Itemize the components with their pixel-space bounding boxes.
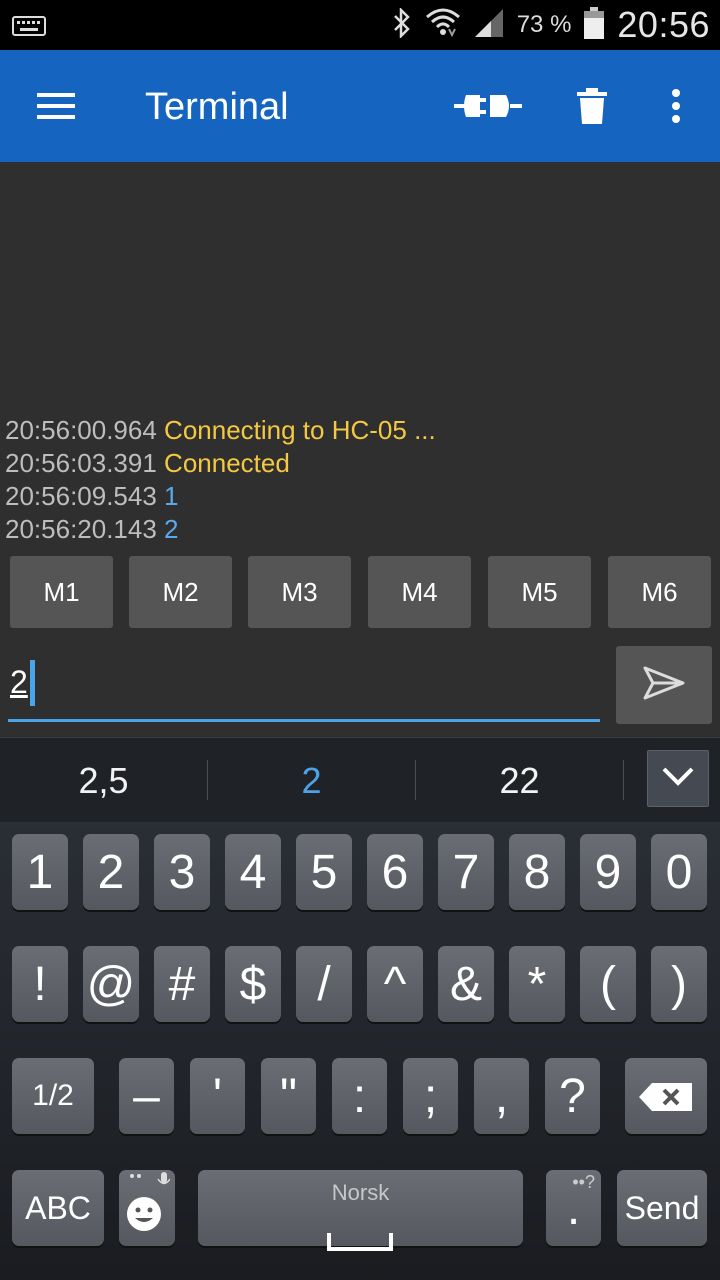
macro-button-m2[interactable]: M2 — [129, 556, 232, 628]
hamburger-menu-icon[interactable] — [26, 84, 86, 128]
key-send[interactable]: Send — [617, 1170, 707, 1246]
suggestion-strip: 2,5 2 22 — [0, 737, 720, 822]
macro-button-m5[interactable]: M5 — [488, 556, 591, 628]
terminal-panel: 20:56:00.964 Connecting to HC-05 ... 20:… — [0, 162, 720, 737]
key-ampersand[interactable]: & — [438, 946, 494, 1022]
signal-icon — [473, 7, 505, 44]
battery-percent: 73 % — [516, 11, 572, 38]
key-7[interactable]: 7 — [438, 834, 494, 910]
key-dollar[interactable]: $ — [225, 946, 281, 1022]
key-4[interactable]: 4 — [225, 834, 281, 910]
send-arrow-icon — [643, 666, 685, 705]
bluetooth-icon — [391, 6, 413, 43]
key-slash[interactable]: / — [296, 946, 352, 1022]
backspace-icon — [638, 1069, 694, 1124]
key-exclamation[interactable]: ! — [12, 946, 68, 1022]
space-language-label: Norsk — [331, 1180, 390, 1205]
key-quote[interactable]: " — [261, 1058, 316, 1134]
onscreen-keyboard: 1 2 3 4 5 6 7 8 9 0 ! @ # $ / ^ & * ( ) … — [0, 822, 720, 1280]
key-1[interactable]: 1 — [12, 834, 68, 910]
app-bar: Terminal — [0, 50, 720, 162]
macro-button-m1[interactable]: M1 — [10, 556, 113, 628]
log-message: Connected — [164, 448, 290, 478]
key-9[interactable]: 9 — [580, 834, 636, 910]
log-message: 1 — [164, 481, 179, 511]
key-colon[interactable]: : — [332, 1058, 387, 1134]
period-alt-hint: ••? — [572, 1172, 595, 1192]
terminal-log: 20:56:00.964 Connecting to HC-05 ... 20:… — [5, 414, 436, 546]
plug-connect-icon[interactable] — [452, 78, 524, 134]
suggestion-item[interactable]: 22 — [416, 738, 623, 823]
send-input-value: 2 — [10, 664, 28, 700]
key-0[interactable]: 0 — [651, 834, 707, 910]
key-abc[interactable]: ABC — [12, 1170, 104, 1246]
key-close-paren[interactable]: ) — [651, 946, 707, 1022]
key-3[interactable]: 3 — [154, 834, 210, 910]
log-timestamp: 20:56:00.964 — [5, 415, 157, 445]
log-timestamp: 20:56:03.391 — [5, 448, 157, 478]
key-at[interactable]: @ — [83, 946, 139, 1022]
key-open-paren[interactable]: ( — [580, 946, 636, 1022]
key-8[interactable]: 8 — [509, 834, 565, 910]
macro-buttons: M1 M2 M3 M4 M5 M6 — [10, 556, 720, 628]
wifi-icon — [425, 7, 461, 44]
send-input[interactable]: 2 — [8, 644, 600, 722]
emoji-mic-icon — [124, 1170, 171, 1246]
chevron-down-icon — [661, 766, 695, 791]
log-row: 20:56:00.964 Connecting to HC-05 ... — [5, 414, 436, 447]
send-row: 2 — [0, 644, 720, 736]
log-message: 2 — [164, 514, 179, 544]
status-bar: 73 % 20:56 — [0, 0, 720, 50]
log-timestamp: 20:56:20.143 — [5, 514, 157, 544]
log-row: 20:56:03.391 Connected — [5, 447, 436, 480]
more-vert-icon[interactable] — [660, 78, 692, 134]
key-semicolon[interactable]: ; — [403, 1058, 458, 1134]
suggestion-item[interactable]: 2,5 — [0, 738, 207, 823]
macro-button-m6[interactable]: M6 — [608, 556, 711, 628]
key-page-toggle[interactable]: 1/2 — [12, 1058, 94, 1134]
key-asterisk[interactable]: * — [509, 946, 565, 1022]
key-question[interactable]: ? — [545, 1058, 600, 1134]
text-caret — [30, 660, 35, 706]
key-6[interactable]: 6 — [367, 834, 423, 910]
send-button[interactable] — [616, 646, 712, 724]
space-bar-icon — [326, 1210, 394, 1265]
keyboard-icon — [12, 16, 46, 41]
macro-button-m3[interactable]: M3 — [248, 556, 351, 628]
key-5[interactable]: 5 — [296, 834, 352, 910]
log-timestamp: 20:56:09.543 — [5, 481, 157, 511]
suggestion-item-selected[interactable]: 2 — [208, 738, 415, 823]
key-dash[interactable]: – — [119, 1058, 174, 1134]
key-backspace[interactable] — [625, 1058, 707, 1134]
key-comma[interactable]: , — [474, 1058, 529, 1134]
macro-button-m4[interactable]: M4 — [368, 556, 471, 628]
key-period[interactable]: ••? . — [546, 1170, 601, 1246]
key-2[interactable]: 2 — [83, 834, 139, 910]
trash-icon[interactable] — [572, 78, 612, 134]
status-clock: 20:56 — [617, 4, 710, 45]
key-emoji[interactable] — [119, 1170, 175, 1246]
key-hash[interactable]: # — [154, 946, 210, 1022]
keyboard-collapse-button[interactable] — [647, 750, 709, 807]
log-row: 20:56:09.543 1 — [5, 480, 436, 513]
log-row: 20:56:20.143 2 — [5, 513, 436, 546]
battery-icon — [583, 6, 605, 45]
log-message: Connecting to HC-05 ... — [164, 415, 436, 445]
key-caret[interactable]: ^ — [367, 946, 423, 1022]
key-space[interactable]: Norsk — [198, 1170, 523, 1251]
suggestion-divider — [623, 760, 624, 800]
page-title: Terminal — [145, 86, 289, 128]
key-apostrophe[interactable]: ' — [190, 1058, 245, 1134]
